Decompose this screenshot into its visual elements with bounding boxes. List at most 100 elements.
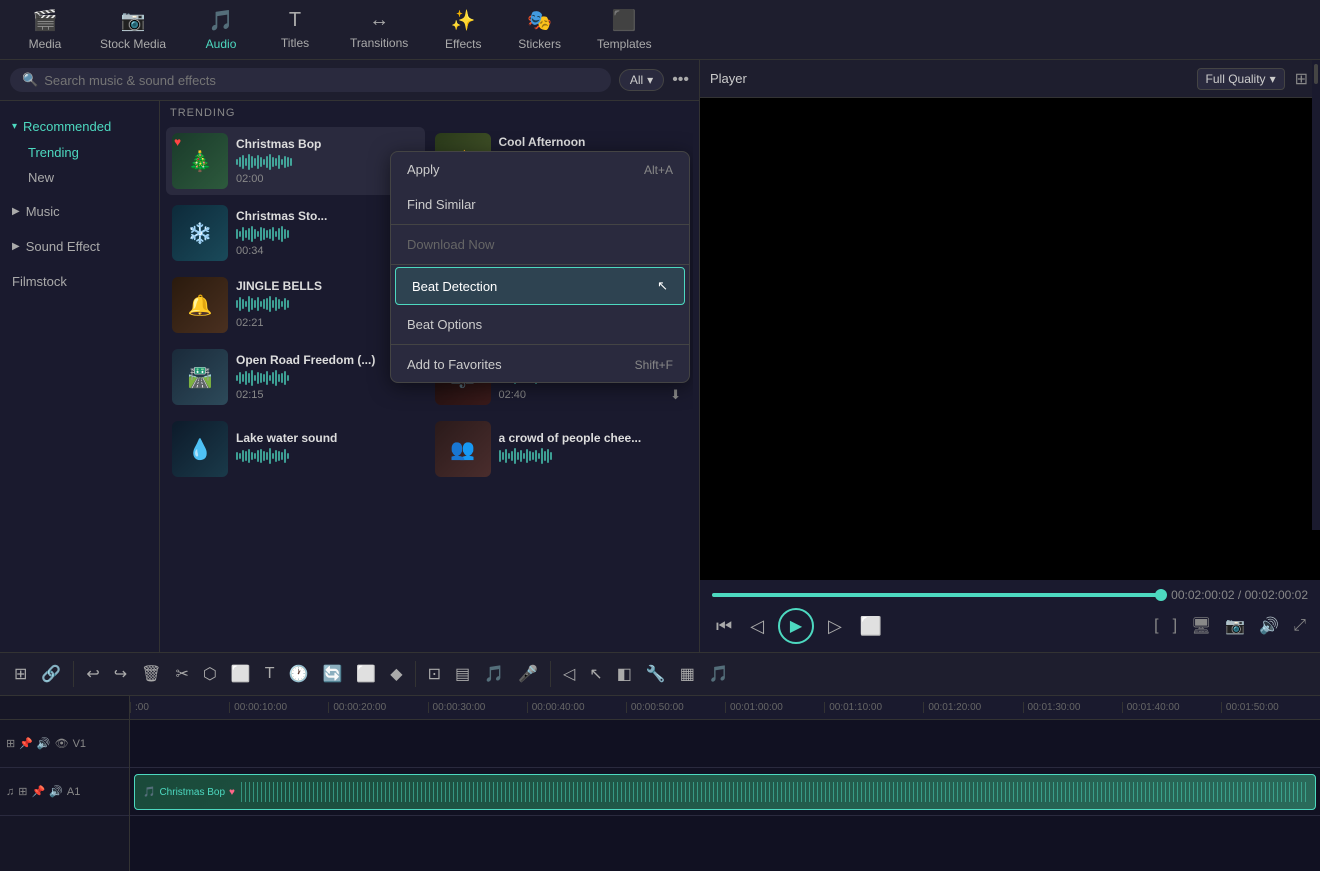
voice-button[interactable]: 🎤	[512, 660, 544, 688]
cut-icon[interactable]: [	[1152, 615, 1160, 637]
multitrack-button[interactable]: ⊞	[8, 660, 33, 688]
ruler-tick: 00:01:10:00	[824, 702, 923, 713]
ruler-tick: 00:00:40:00	[527, 702, 626, 713]
toolbar-media[interactable]: 🎬 Media	[10, 2, 80, 57]
split-audio-button[interactable]: ◧	[611, 660, 638, 688]
sidebar-item-new[interactable]: New	[0, 165, 159, 190]
audio-panel: 🔍 All ▾ ••• ▾ Recommended Trendi	[0, 60, 700, 652]
music-title: a crowd of people chee...	[499, 431, 682, 445]
ruler-tick: 00:01:20:00	[923, 702, 1022, 713]
crop-button[interactable]: ⬜	[856, 612, 886, 641]
volume-icon[interactable]: 🔊	[1257, 614, 1281, 638]
fullscreen-icon[interactable]: ⤢	[1291, 615, 1308, 637]
device-icon[interactable]: 🖥	[1189, 614, 1213, 638]
undo-button[interactable]: ↩	[80, 660, 105, 688]
stock-media-icon: 📷	[121, 8, 146, 33]
mask-button[interactable]: ⬜	[350, 660, 382, 688]
toolbar-transitions[interactable]: ↔ Transitions	[334, 3, 424, 56]
audio-track-christmas-bop[interactable]: 🎵 Christmas Bop ♥	[134, 774, 1316, 810]
toolbar-templates[interactable]: ⬛ Templates	[581, 2, 668, 57]
timer-button[interactable]: 🕐	[283, 660, 315, 688]
track-v1-eye: 👁	[55, 737, 69, 750]
toolbar-titles[interactable]: T Titles	[260, 3, 330, 56]
player-column: Player Full Quality ▾ ⊞	[700, 60, 1320, 652]
music-thumb-crowd: 👥	[435, 421, 491, 477]
music-card-jingle-bells[interactable]: 🔔 JINGLE BELLS 02:21 ⬇	[166, 271, 425, 339]
music-tool[interactable]: 🎵	[478, 660, 510, 688]
cut-button[interactable]: ✂	[169, 660, 194, 688]
quality-button[interactable]: Full Quality ▾	[1197, 68, 1285, 90]
main-split: 🔍 All ▾ ••• ▾ Recommended Trendi	[0, 60, 1320, 652]
filter-pill[interactable]: All ▾	[619, 69, 664, 91]
download-icon[interactable]: ⬇	[670, 387, 681, 403]
sidebar-category-recommended[interactable]: ▾ Recommended	[0, 113, 159, 140]
frame-back-button[interactable]: ◁	[746, 612, 768, 641]
sidebar-item-trending[interactable]: Trending	[0, 140, 159, 165]
track-a1-pin: 📌	[31, 785, 45, 798]
sidebar-category-music[interactable]: ▶ Music	[0, 198, 159, 225]
toolbar-stickers[interactable]: 🎭 Stickers	[502, 2, 577, 57]
color-button[interactable]: ⊡	[422, 660, 447, 688]
play-button[interactable]: ▶	[778, 608, 814, 644]
progress-bar-wrap: 00:02:00:02 / 00:02:00:02	[712, 588, 1308, 602]
sidebar-section-recommended: ▾ Recommended Trending New	[0, 109, 159, 194]
skip-back-button[interactable]: ⏮	[712, 612, 736, 641]
context-menu-find-similar[interactable]: Find Similar	[391, 187, 689, 222]
audio-track-music-icon: 🎵	[143, 787, 155, 798]
sidebar-category-sound-effect[interactable]: ▶ Sound Effect	[0, 233, 159, 260]
music-card-lake[interactable]: 💧 Lake water sound	[166, 415, 425, 483]
duration: 02:21	[236, 317, 264, 329]
right-scrollbar[interactable]	[1312, 60, 1320, 530]
audio-track-heart: ♥	[229, 787, 235, 798]
rotate-button[interactable]: 🔄	[316, 660, 348, 688]
toolbar-stock-media[interactable]: 📷 Stock Media	[84, 2, 182, 57]
timeline-area: :00 00:00:10:00 00:00:20:00 00:00:30:00 …	[0, 696, 1320, 871]
sidebar-category-filmstock[interactable]: Filmstock	[0, 268, 159, 295]
delete-button[interactable]: 🗑	[135, 660, 167, 688]
more-options-button[interactable]: •••	[672, 71, 689, 89]
detach-audio-button[interactable]: 🔧	[640, 660, 672, 688]
favorite-heart: ♥	[174, 135, 181, 149]
snap-button[interactable]: ↖	[583, 660, 608, 688]
music-thumb-christmas-bop: ♥ 🎄	[172, 133, 228, 189]
toolbar-divider	[73, 661, 74, 687]
crop-tool[interactable]: ⬡	[197, 660, 223, 688]
search-input-wrap[interactable]: 🔍	[10, 68, 611, 92]
timeline-ruler: :00 00:00:10:00 00:00:20:00 00:00:30:00 …	[0, 696, 1320, 720]
screenshot-icon[interactable]: 📷	[1223, 614, 1247, 638]
music-card-crowd[interactable]: 👥 a crowd of people chee...	[429, 415, 688, 483]
progress-bar[interactable]	[712, 593, 1161, 597]
context-menu-beat-detection[interactable]: Beat Detection ↖	[395, 267, 685, 305]
context-menu-apply[interactable]: Apply Alt+A	[391, 152, 689, 187]
context-menu-add-favorites[interactable]: Add to Favorites Shift+F	[391, 347, 689, 382]
redo-button[interactable]: ↪	[108, 660, 133, 688]
expand-icon[interactable]: ⊞	[1293, 67, 1310, 91]
timeline-track-area: ⊞ 📌 🔊 👁 V1 ♫ ⊞ 📌 🔊 A1 🎵 Christmas Bop	[0, 720, 1320, 871]
search-input[interactable]	[44, 73, 599, 88]
track-label-v1: ⊞ 📌 🔊 👁 V1	[0, 720, 129, 768]
frame-forward-button[interactable]: ▷	[824, 612, 846, 641]
sidebar-section-music: ▶ Music	[0, 194, 159, 229]
cut-out-icon[interactable]: ]	[1171, 615, 1179, 637]
toolbar-effects[interactable]: ✨ Effects	[428, 2, 498, 57]
track-a1-sound: 🔊	[49, 785, 63, 798]
bottom-toolbar: ⊞ 🔗 ↩ ↪ 🗑 ✂ ⬡ ⬜ T 🕐 🔄 ⬜ ◆ ⊡ ▤ 🎵 🎤 ◁ ↖ ◧ …	[0, 652, 1320, 696]
beats-button[interactable]: 🎵	[703, 660, 735, 688]
list-scrollbar[interactable]	[693, 101, 699, 652]
audio-button[interactable]: ▤	[449, 660, 476, 688]
duration: 02:40	[499, 389, 527, 401]
keyframe-button[interactable]: ◆	[384, 660, 408, 688]
progress-fill	[712, 593, 1161, 597]
toolbar-audio[interactable]: 🎵 Audio	[186, 2, 256, 57]
link-button[interactable]: 🔗	[35, 660, 67, 688]
music-card-christmas-sto[interactable]: ❄️ Christmas Sto... 00:34	[166, 199, 425, 267]
music-card-christmas-bop[interactable]: ♥ 🎄 Christmas Bop 02:00	[166, 127, 425, 195]
music-thumb-lake: 💧	[172, 421, 228, 477]
text-tool[interactable]: T	[259, 661, 281, 687]
music-card-open-road[interactable]: 🛣️ Open Road Freedom (...) 02:15	[166, 343, 425, 411]
context-menu-beat-options[interactable]: Beat Options	[391, 307, 689, 342]
back-button[interactable]: ◁	[557, 660, 581, 688]
transform-button[interactable]: ⬜	[225, 660, 257, 688]
equalizer-button[interactable]: ▦	[674, 660, 701, 688]
transitions-icon: ↔	[369, 9, 389, 32]
